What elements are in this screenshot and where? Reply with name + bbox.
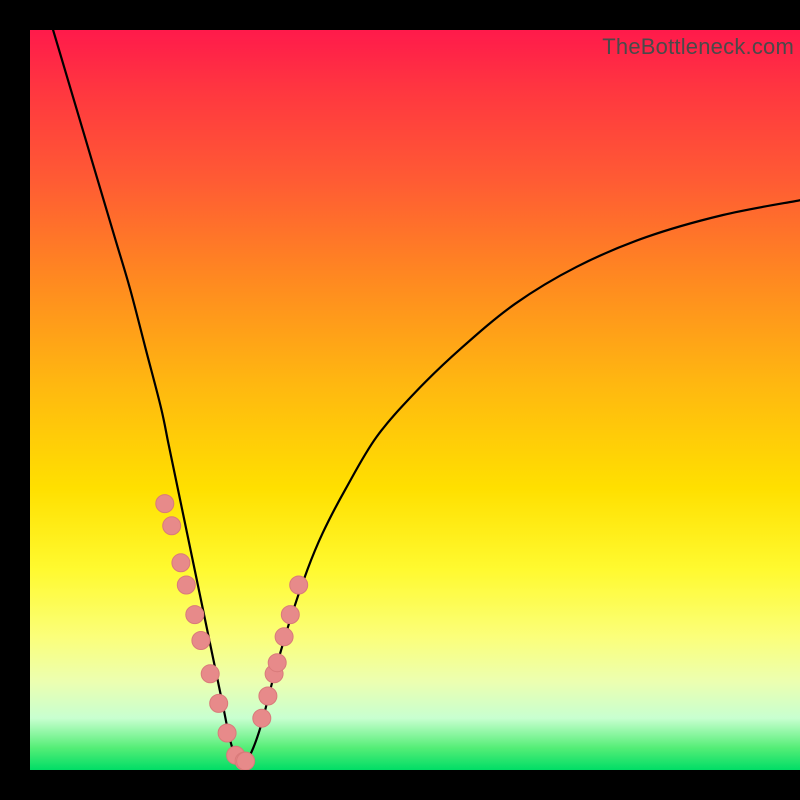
marker-dot — [268, 654, 286, 672]
sample-markers — [156, 495, 308, 770]
marker-dot — [186, 606, 204, 624]
chart-svg — [30, 30, 800, 770]
marker-dot — [177, 576, 195, 594]
marker-dot — [210, 694, 228, 712]
marker-dot — [201, 665, 219, 683]
marker-dot — [218, 724, 236, 742]
marker-dot — [172, 554, 190, 572]
curve-layer — [53, 30, 800, 765]
marker-dot — [259, 687, 277, 705]
marker-dot — [163, 517, 181, 535]
marker-dot — [237, 752, 255, 770]
marker-dot — [275, 628, 293, 646]
marker-dot — [156, 495, 174, 513]
marker-dot — [192, 632, 210, 650]
marker-dot — [290, 576, 308, 594]
marker-dot — [281, 606, 299, 624]
plot-area: TheBottleneck.com — [30, 30, 800, 770]
chart-frame: TheBottleneck.com — [0, 0, 800, 800]
marker-dot — [253, 709, 271, 727]
bottleneck-curve — [53, 30, 800, 765]
